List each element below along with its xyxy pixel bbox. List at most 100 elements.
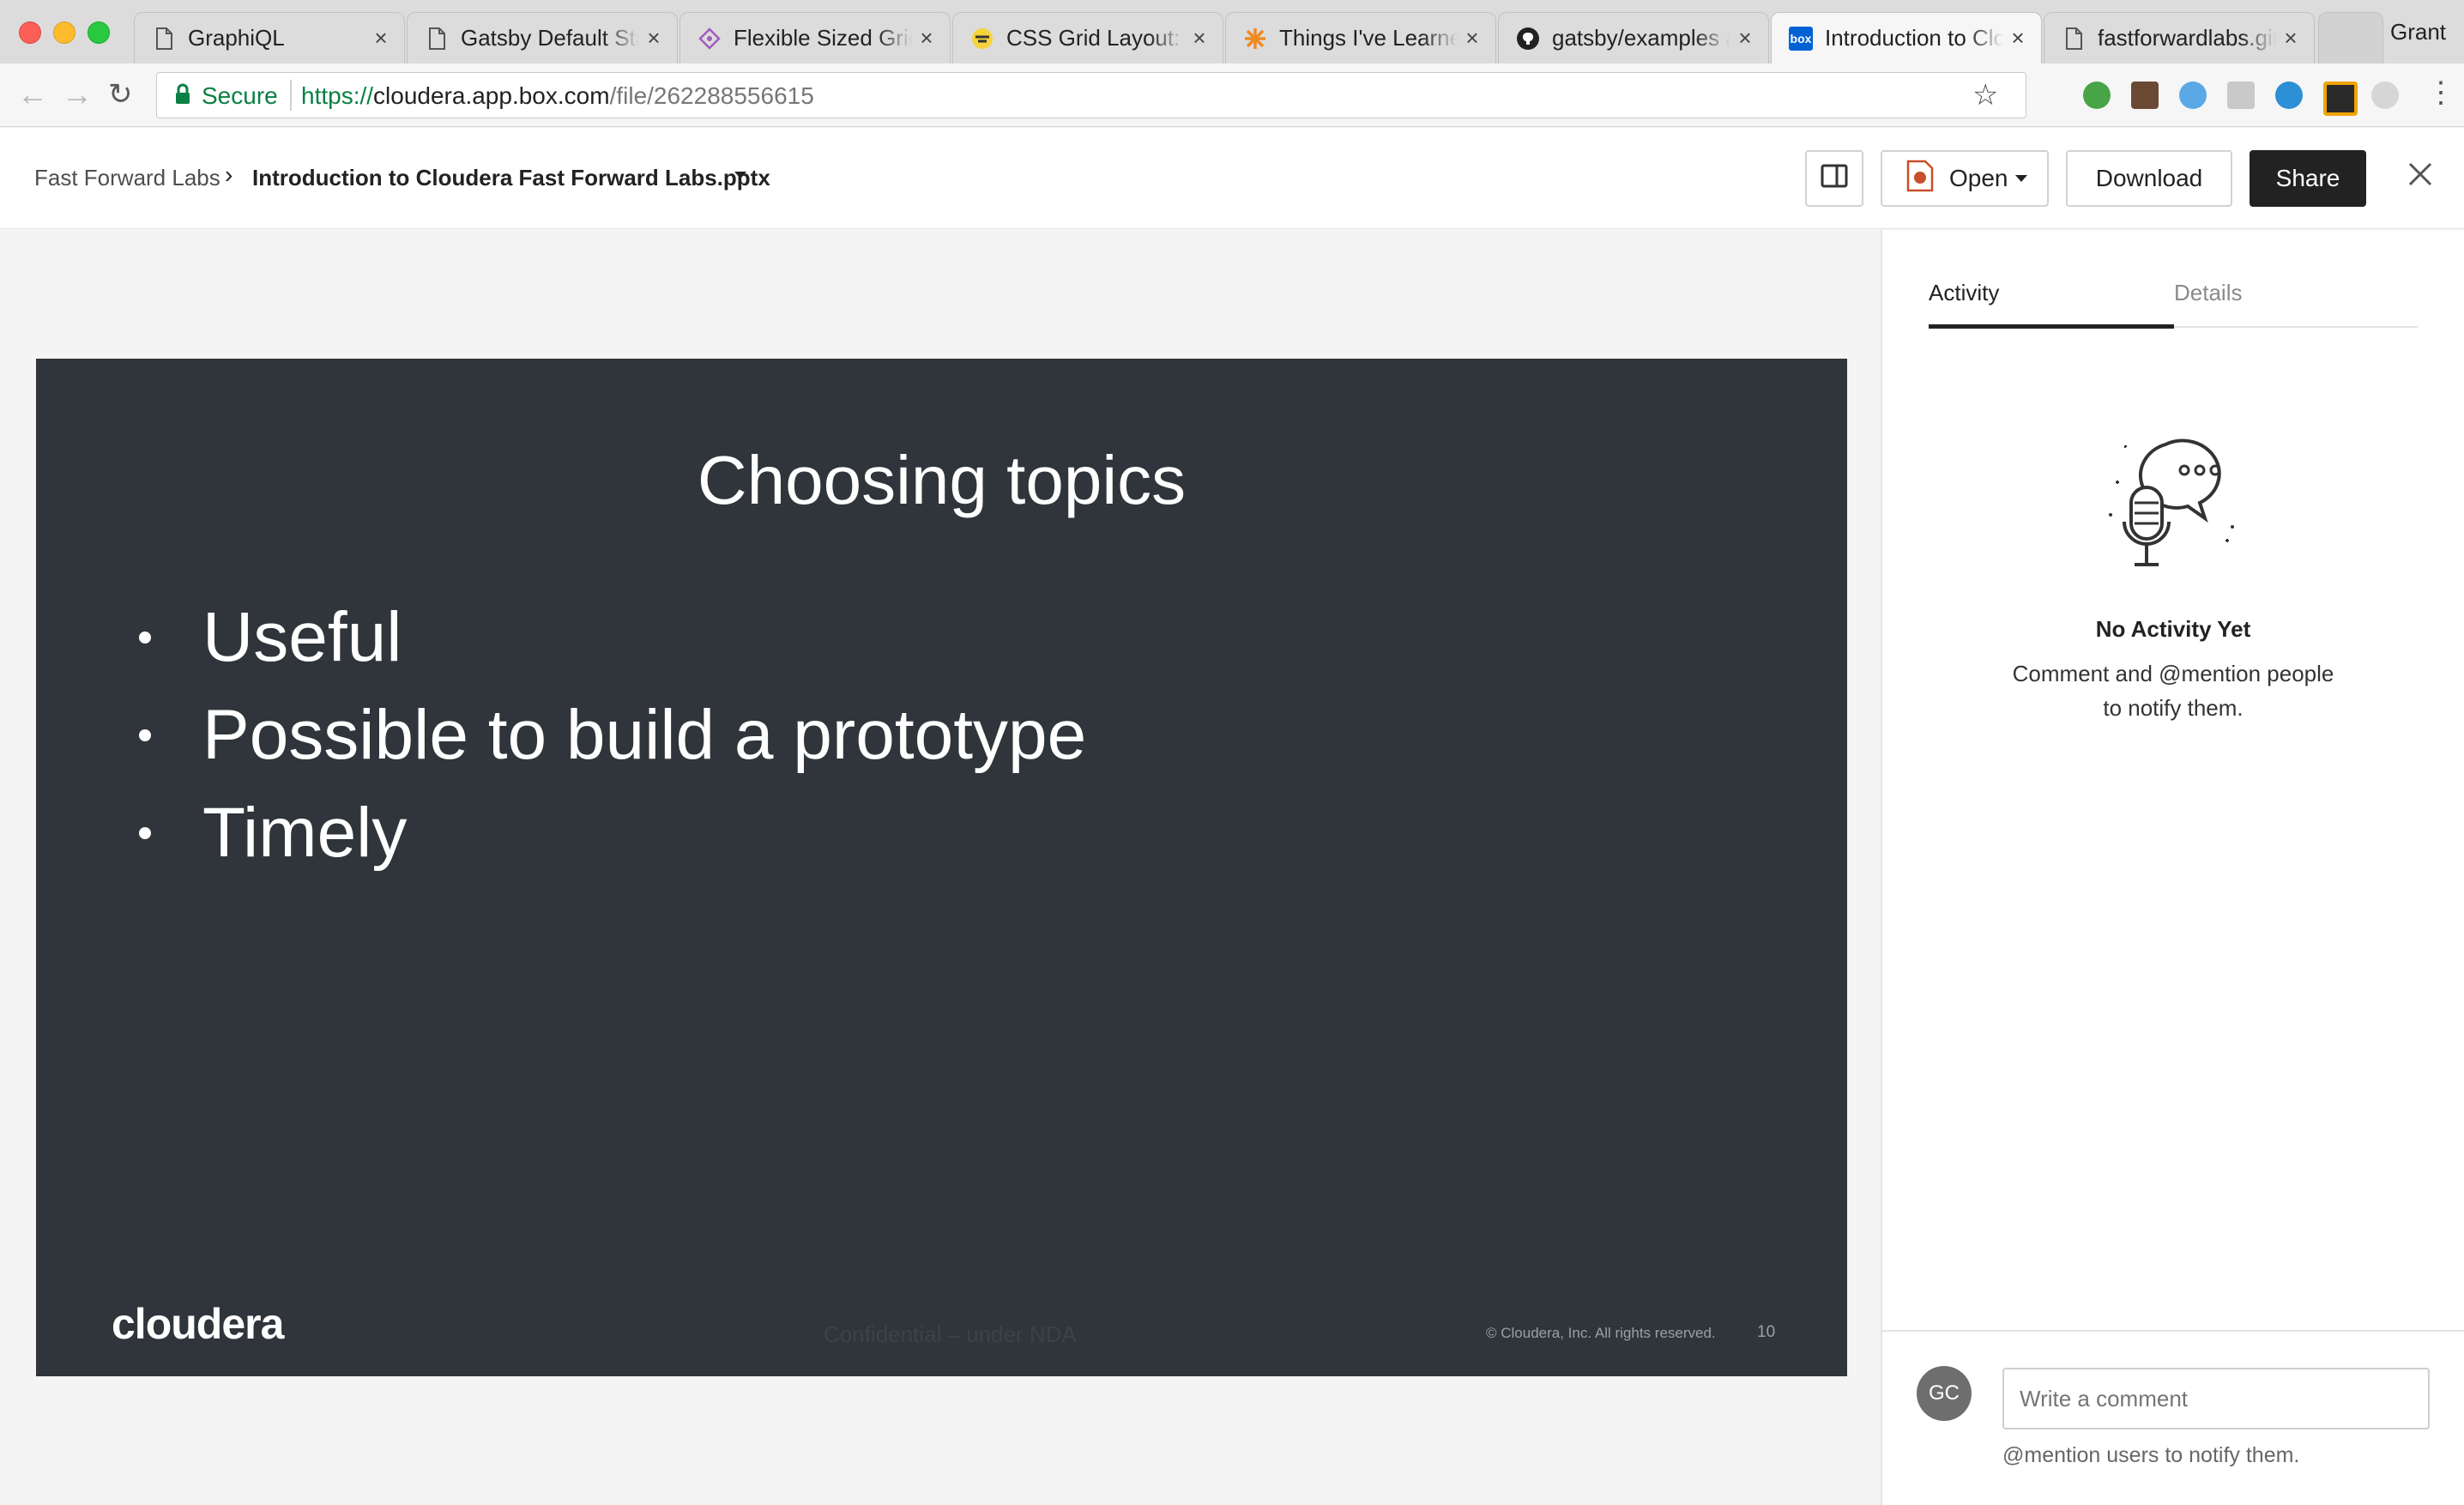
share-button[interactable]: Share [2250, 150, 2366, 207]
comment-divider [1882, 1330, 2464, 1332]
tab-label: CSS Grid Layout: T [1006, 25, 1185, 51]
lock-icon [174, 83, 191, 110]
bullet-text: Timely [202, 794, 408, 872]
microphone-speech-icon [2102, 429, 2256, 588]
file-name[interactable]: Introduction to Cloudera Fast Forward La… [252, 165, 770, 191]
close-preview-icon[interactable] [2407, 161, 2433, 191]
tab-label: Things I've Learne [1279, 25, 1458, 51]
browser-tab-introduction[interactable]: box Introduction to Clo × [1771, 12, 2042, 63]
minimize-window-button[interactable] [53, 21, 75, 44]
bookmark-star-icon[interactable]: ☆ [1972, 78, 1998, 112]
open-caret-icon [2014, 175, 2027, 182]
url-path: /file/262288556615 [609, 82, 814, 109]
slide-bullet: Useful [139, 597, 402, 678]
breadcrumb-chevron-icon: › [225, 161, 233, 188]
extension-circle-icon[interactable] [2275, 82, 2303, 109]
reload-icon[interactable]: ↻ [108, 79, 133, 110]
powerpoint-icon [1906, 160, 1934, 198]
extension-shield-icon[interactable] [2371, 82, 2399, 109]
url-scheme: https:// [301, 82, 374, 109]
download-label: Download [2095, 165, 2203, 191]
address-bar[interactable]: Secure https://cloudera.app.box.com/file… [156, 72, 2026, 118]
browser-tab-flexible-grid[interactable]: Flexible Sized Grid × [679, 12, 951, 63]
activity-sidebar: Activity Details No Activity Yet Comment… [1881, 230, 2464, 1505]
close-icon[interactable]: × [644, 25, 663, 51]
active-tab-indicator [1929, 324, 2174, 329]
browser-tab-gatsby-examples[interactable]: gatsby/examples a × [1498, 12, 1769, 63]
doc-icon [425, 27, 449, 51]
github-icon [1516, 27, 1540, 51]
profile-name[interactable]: Grant [2390, 19, 2446, 45]
zoom-window-button[interactable] [88, 21, 110, 44]
slide-page-number: 10 [1757, 1323, 1776, 1341]
browser-tab-css-grid[interactable]: CSS Grid Layout: T × [952, 12, 1223, 63]
browser-tab-gatsby-default[interactable]: Gatsby Default Sta × [407, 12, 678, 63]
share-label: Share [2275, 165, 2340, 191]
open-label: Open [1949, 165, 2008, 191]
tab-label: fastforwardlabs.git [2098, 25, 2276, 51]
close-icon[interactable]: × [1190, 25, 1209, 51]
doc-icon [152, 27, 176, 51]
close-icon[interactable]: × [2281, 25, 2300, 51]
browser-tab-graphiql[interactable]: GraphiQL × [134, 12, 405, 63]
extension-green-icon[interactable] [2083, 82, 2111, 109]
close-icon[interactable]: × [1736, 25, 1754, 51]
slide-title: Choosing topics [697, 442, 1187, 518]
diamond-icon [698, 27, 722, 51]
close-icon[interactable]: × [1463, 25, 1482, 51]
extension-k-icon[interactable] [2323, 82, 2358, 116]
comment-input[interactable] [2002, 1368, 2430, 1429]
tab-label: Gatsby Default Sta [461, 25, 639, 51]
empty-state-title: No Activity Yet [2095, 616, 2251, 642]
slide-bullet: Timely [139, 793, 407, 873]
extension-r-icon[interactable] [2227, 82, 2255, 109]
extension-cup-icon[interactable] [2131, 82, 2159, 109]
browser-tab-things-learned[interactable]: Things I've Learne × [1225, 12, 1496, 63]
box-icon: box [1789, 26, 1813, 51]
open-button[interactable]: Open [1881, 150, 2049, 207]
slide-bullet: Possible to build a prototype [139, 695, 1086, 776]
bullet-dot-icon [139, 827, 151, 839]
close-icon[interactable]: × [371, 25, 390, 51]
browser-menu-icon[interactable]: ⋮ [2426, 77, 2455, 108]
browser-tab-fastforwardlabs[interactable]: fastforwardlabs.git × [2044, 12, 2315, 63]
tab-label: gatsby/examples a [1552, 25, 1730, 51]
close-icon[interactable]: × [2008, 25, 2027, 51]
copyright-note: © Cloudera, Inc. All rights reserved. [1486, 1325, 1716, 1341]
back-icon[interactable]: ← [17, 79, 48, 110]
tab-label: Introduction to Clo [1825, 25, 2003, 51]
slide-preview: Choosing topics Useful Possible to build… [36, 359, 1847, 1376]
new-tab-button[interactable] [2318, 12, 2383, 63]
browser-tab-bar: GraphiQL × Gatsby Default Sta × Flexible… [0, 0, 2464, 63]
toggle-sidebar-button[interactable] [1805, 150, 1863, 207]
bullet-dot-icon [139, 632, 151, 644]
sidebar-toggle-icon [1821, 164, 1848, 194]
doc-icon [2062, 27, 2086, 51]
cloudera-logo: cloudera [112, 1300, 284, 1348]
url-text: https://cloudera.app.box.com/file/262288… [301, 82, 814, 110]
url-host: cloudera.app.box.com [373, 82, 610, 109]
asterisk-icon [1243, 27, 1267, 51]
empty-state-line-2: to notify them. [2103, 695, 2244, 721]
divider [290, 80, 292, 111]
close-window-button[interactable] [19, 21, 41, 44]
mention-hint: @mention users to notify them. [2002, 1443, 2300, 1467]
tab-label: GraphiQL [188, 25, 285, 51]
close-icon[interactable]: × [917, 25, 936, 51]
file-menu-caret-icon[interactable] [734, 172, 746, 178]
bullet-text: Useful [202, 598, 402, 676]
tab-details[interactable]: Details [2174, 280, 2242, 306]
bullet-dot-icon [139, 729, 151, 741]
breadcrumb-parent[interactable]: Fast Forward Labs [34, 165, 220, 191]
bullet-text: Possible to build a prototype [202, 696, 1087, 774]
secure-label: Secure [202, 82, 278, 109]
avatar: GC [1917, 1366, 1972, 1421]
tab-activity[interactable]: Activity [1929, 280, 1999, 306]
tab-label: Flexible Sized Grid [734, 25, 912, 51]
empty-state-line-1: Comment and @mention people [2012, 661, 2334, 686]
download-button[interactable]: Download [2066, 150, 2232, 207]
confidential-note: Confidential – under NDA [824, 1321, 1077, 1347]
extension-pen-icon[interactable] [2179, 82, 2207, 109]
forward-icon[interactable]: → [62, 79, 93, 110]
css-tricks-icon [970, 27, 994, 51]
